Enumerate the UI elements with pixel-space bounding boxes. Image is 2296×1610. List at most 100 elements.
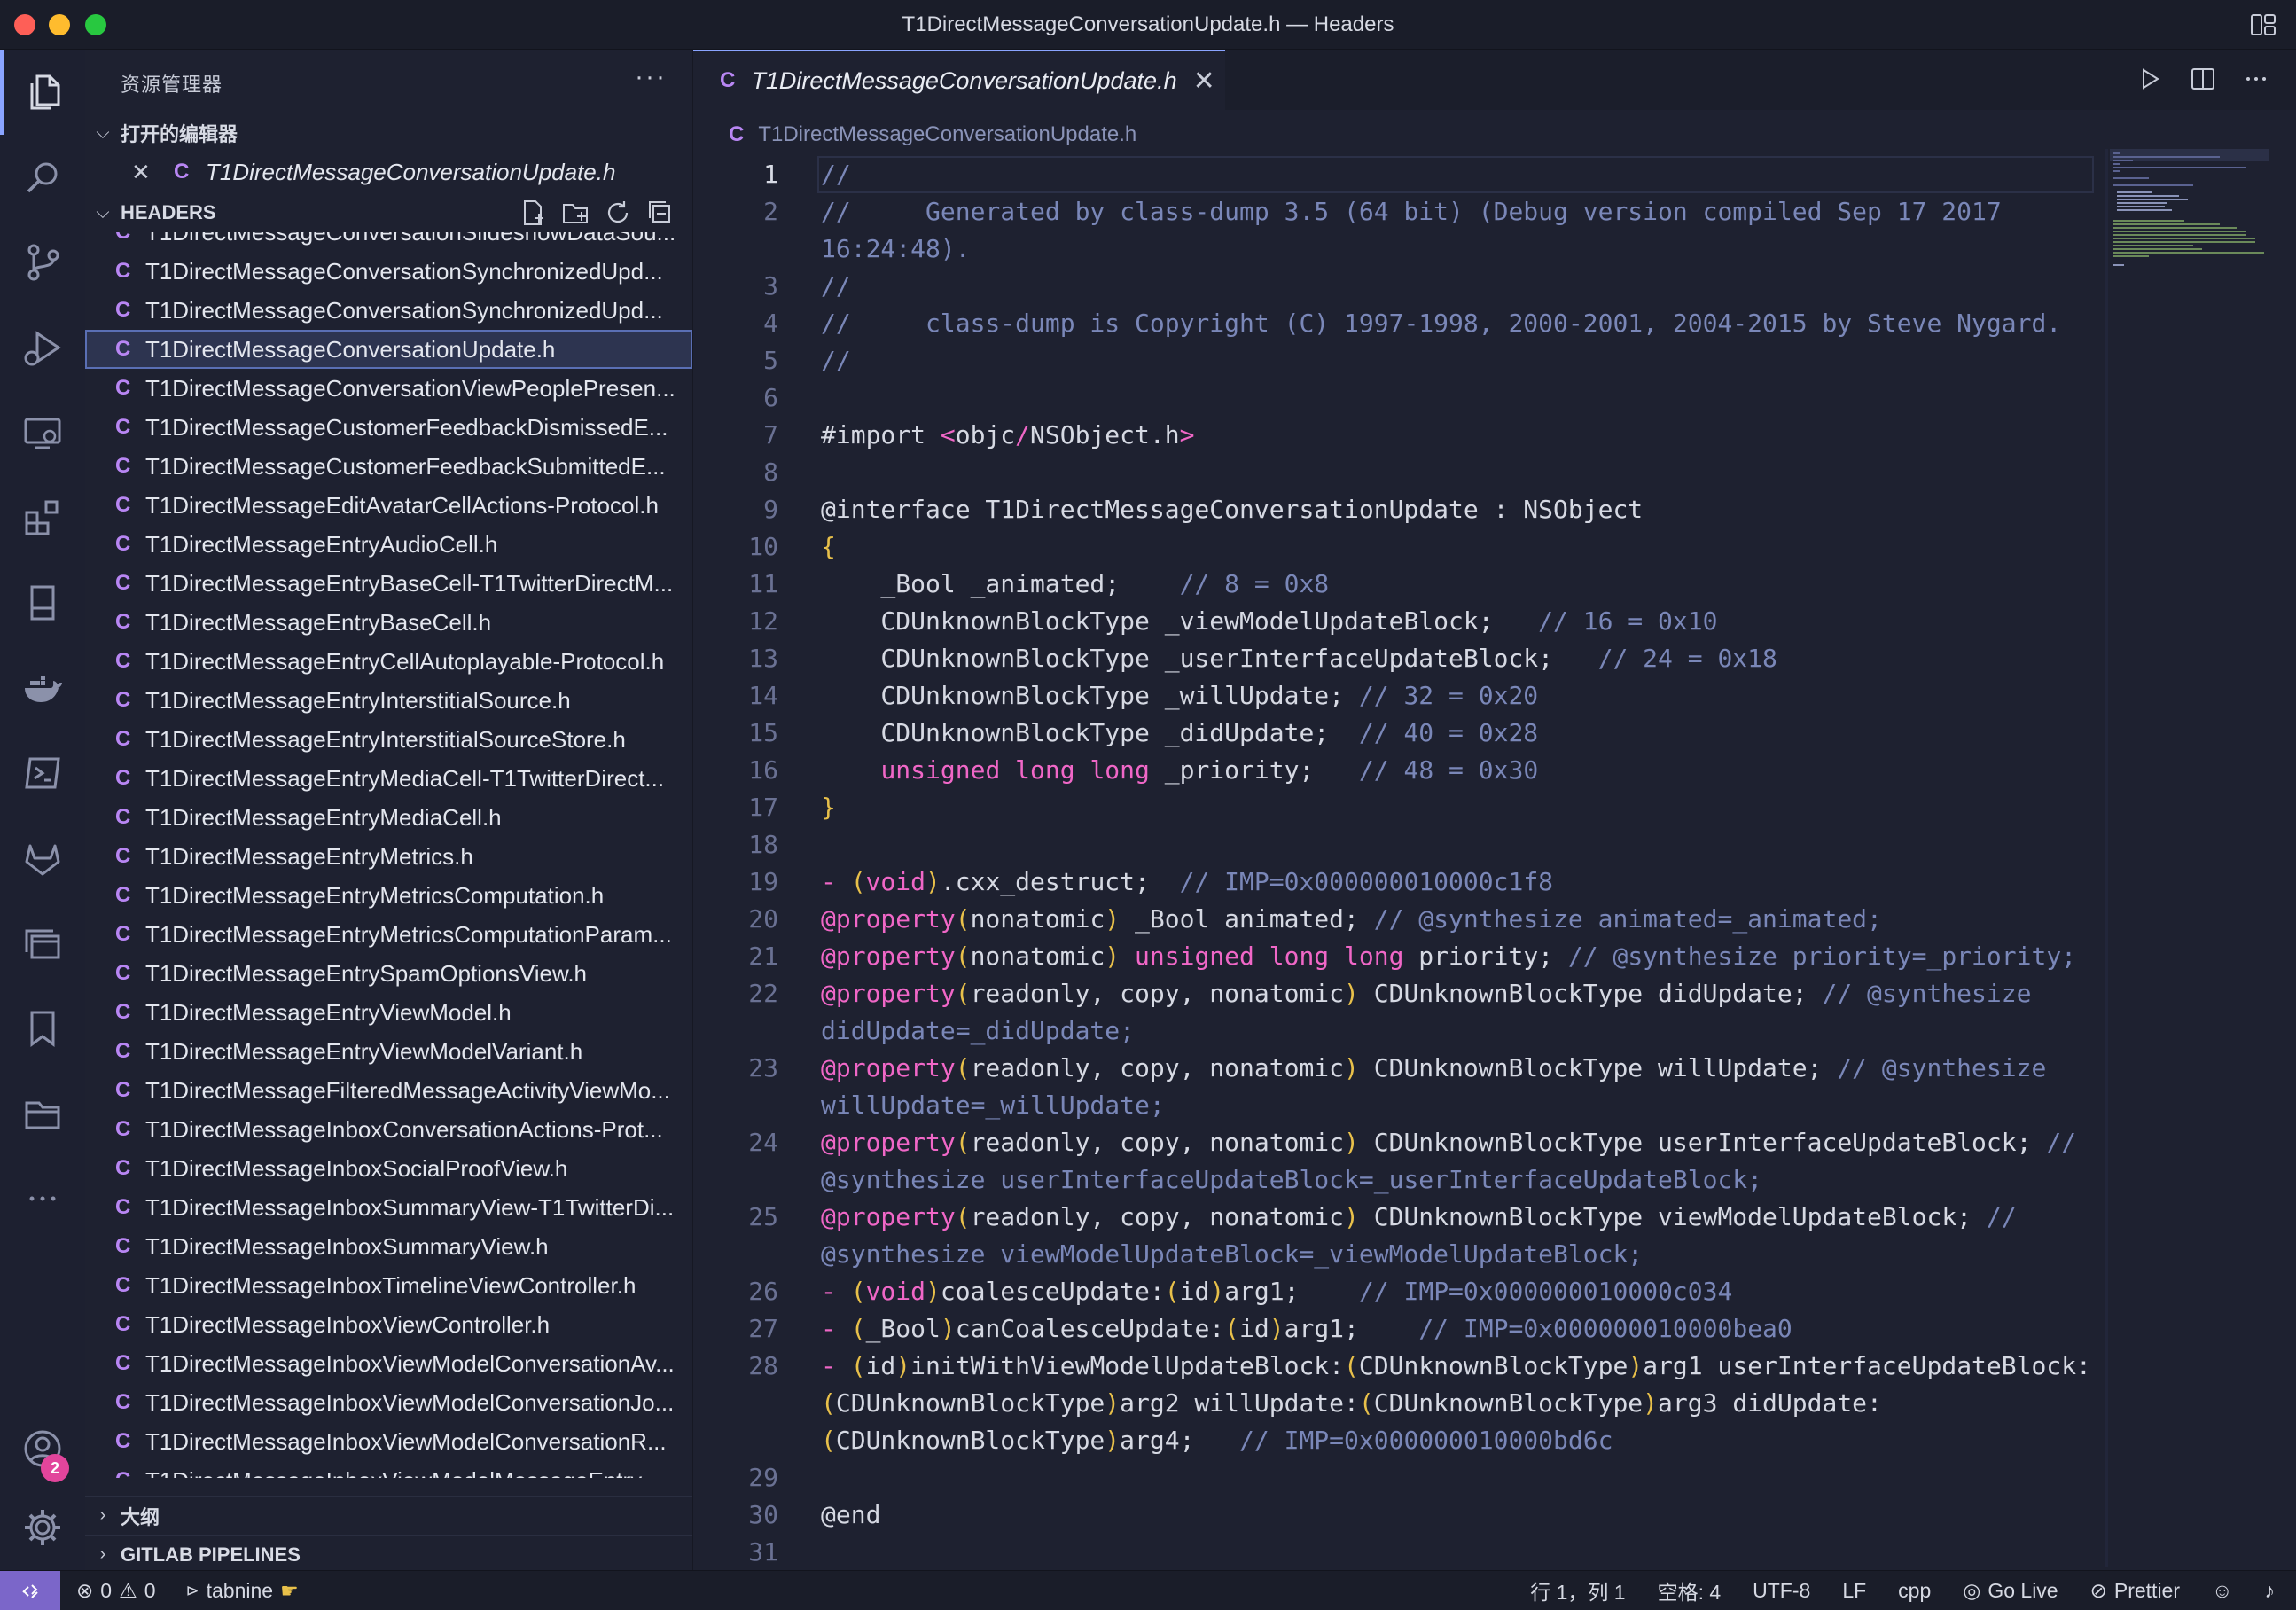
file-item[interactable]: C T1DirectMessageEntryViewModel.h	[85, 993, 692, 1032]
code-line[interactable]: 29	[693, 1459, 2112, 1497]
file-item[interactable]: C T1DirectMessageConversationViewPeoplePr…	[85, 369, 692, 408]
code-editor[interactable]: 1 // 2 // Generated by class-dump 3.5 (64 b…	[693, 156, 2112, 1571]
code-line[interactable]: 21 @property(nonatomic) unsigned long lon…	[693, 938, 2112, 975]
editor-tab[interactable]: C T1DirectMessageConversationUpdate.h ✕	[693, 50, 1225, 110]
tabnine-indicator[interactable]: ⊳ tabnine ☛	[186, 1579, 299, 1603]
code-line[interactable]: willUpdate=_willUpdate;	[693, 1087, 2112, 1124]
search-button[interactable]	[0, 135, 85, 220]
file-item[interactable]: C T1DirectMessageEditAvatarCellActions-Pr…	[85, 486, 692, 525]
file-item[interactable]: C T1DirectMessageEntryCellAutoplayable-Pr…	[85, 642, 692, 681]
terminal-button[interactable]	[0, 731, 85, 816]
code-line[interactable]: 14 CDUnknownBlockType _willUpdate; // 32…	[693, 677, 2112, 715]
language-mode[interactable]: cpp	[1898, 1579, 1931, 1603]
file-item[interactable]: C T1DirectMessageInboxViewModelMessageEnt…	[85, 1461, 692, 1479]
problems-indicator[interactable]: ⊗ 0 ⚠ 0	[76, 1579, 156, 1603]
file-item[interactable]: C T1DirectMessageEntryMetricsComputationP…	[85, 915, 692, 954]
code-line[interactable]: 3 //	[693, 268, 2112, 305]
extensions-button[interactable]	[0, 475, 85, 560]
open-editors-section[interactable]: ⌵ 打开的编辑器	[85, 113, 692, 152]
run-icon[interactable]	[2136, 66, 2163, 92]
code-line[interactable]: 23 @property(readonly, copy, nonatomic) C…	[693, 1050, 2112, 1087]
file-item[interactable]: C T1DirectMessageEntryMetrics.h	[85, 837, 692, 876]
file-item[interactable]: C T1DirectMessageEntryBaseCell.h	[85, 603, 692, 642]
customize-layout-icon[interactable]	[2250, 12, 2276, 37]
file-item[interactable]: C T1DirectMessageInboxViewController.h	[85, 1305, 692, 1344]
code-line[interactable]: 31	[693, 1534, 2112, 1571]
close-editor-icon[interactable]: ✕	[131, 159, 158, 186]
more-views-button[interactable]	[0, 1156, 85, 1241]
file-item[interactable]: C T1DirectMessageInboxViewModelConversati…	[85, 1383, 692, 1422]
breadcrumb[interactable]: C T1DirectMessageConversationUpdate.h	[729, 117, 1136, 152]
file-item[interactable]: C T1DirectMessageCustomerFeedbackSubmitte…	[85, 447, 692, 486]
feedback-icon[interactable]: ☺	[2212, 1579, 2232, 1603]
source-control-button[interactable]	[0, 220, 85, 305]
file-item[interactable]: C T1DirectMessageInboxSocialProofView.h	[85, 1149, 692, 1188]
file-item[interactable]: C T1DirectMessageEntryInterstitialSourceS…	[85, 720, 692, 759]
open-editor-item[interactable]: ✕ C T1DirectMessageConversationUpdate.h	[85, 152, 692, 191]
more-actions-icon[interactable]	[2243, 66, 2269, 92]
code-line[interactable]: 17}	[693, 789, 2112, 826]
file-item[interactable]: C T1DirectMessageInboxViewModelConversati…	[85, 1344, 692, 1383]
code-line[interactable]: 19 - (void).cxx_destruct; // IMP=0x000000…	[693, 864, 2112, 901]
split-editor-icon[interactable]	[2190, 66, 2216, 92]
code-line[interactable]: 2 // Generated by class-dump 3.5 (64 bit)…	[693, 193, 2112, 231]
file-item[interactable]: C T1DirectMessageEntryMediaCell.h	[85, 798, 692, 837]
gitlab-pipelines-section[interactable]: › GITLAB PIPELINES	[85, 1535, 692, 1570]
indentation[interactable]: 空格: 4	[1658, 1575, 1722, 1606]
code-line[interactable]: 4 // class-dump is Copyright (C) 1997-199…	[693, 305, 2112, 342]
code-line[interactable]: 16 unsigned long long _priority; // 48 =…	[693, 752, 2112, 789]
code-line[interactable]: 18	[693, 826, 2112, 864]
code-line[interactable]: 6	[693, 379, 2112, 417]
bookmarks-button[interactable]	[0, 986, 85, 1071]
file-item[interactable]: C T1DirectMessageEntryAudioCell.h	[85, 525, 692, 564]
code-line[interactable]: @synthesize userInterfaceUpdateBlock=_us…	[693, 1161, 2112, 1199]
file-item[interactable]: C T1DirectMessageCustomerFeedbackDismisse…	[85, 408, 692, 447]
file-item[interactable]: C T1DirectMessageInboxSummaryView-T1Twitt…	[85, 1188, 692, 1227]
code-line[interactable]: 28- (id)initWithViewModelUpdateBlock:(CD…	[693, 1348, 2112, 1385]
headers-section[interactable]: ⌵ HEADERS	[85, 193, 692, 232]
code-line[interactable]: 20 @property(nonatomic) _Bool animated; /…	[693, 901, 2112, 938]
code-line[interactable]: 11 _Bool _animated; // 8 = 0x8	[693, 566, 2112, 603]
manage-button[interactable]	[0, 1485, 85, 1570]
encoding[interactable]: UTF-8	[1753, 1579, 1810, 1603]
minimap[interactable]	[2110, 149, 2269, 344]
book-button[interactable]	[0, 560, 85, 645]
close-tab-icon[interactable]: ✕	[1193, 66, 1215, 97]
code-line[interactable]: 13 CDUnknownBlockType _userInterfaceUpda…	[693, 640, 2112, 677]
refresh-icon[interactable]	[603, 198, 633, 228]
file-item[interactable]: C T1DirectMessageEntryMetricsComputation.…	[85, 876, 692, 915]
file-item[interactable]: C T1DirectMessageEntryBaseCell-T1TwitterD…	[85, 564, 692, 603]
code-line[interactable]: 5 //	[693, 342, 2112, 379]
code-line[interactable]: 9 @interface T1DirectMessageConversationU…	[693, 491, 2112, 528]
end-of-line[interactable]: LF	[1842, 1579, 1866, 1603]
file-item[interactable]: C T1DirectMessageEntryMediaCell-T1Twitter…	[85, 759, 692, 798]
notifications-bell-icon[interactable]: ♪	[2265, 1579, 2276, 1603]
project-manager-button[interactable]	[0, 1071, 85, 1156]
code-line[interactable]: @synthesize viewModelUpdateBlock=_viewMo…	[693, 1236, 2112, 1273]
code-line[interactable]: 30 @end	[693, 1497, 2112, 1534]
file-item[interactable]: C T1DirectMessageInboxSummaryView.h	[85, 1227, 692, 1266]
new-folder-icon[interactable]	[560, 198, 590, 228]
new-file-icon[interactable]	[518, 198, 548, 228]
file-item[interactable]: C T1DirectMessageEntryViewModelVariant.h	[85, 1032, 692, 1071]
file-item[interactable]: C T1DirectMessageEntryInterstitialSource.…	[85, 681, 692, 720]
code-line[interactable]: 25 @property(readonly, copy, nonatomic) C…	[693, 1199, 2112, 1236]
file-item[interactable]: C T1DirectMessageInboxConversationActions…	[85, 1110, 692, 1149]
file-item[interactable]: C T1DirectMessageInboxTimelineViewControl…	[85, 1266, 692, 1305]
file-item[interactable]: C T1DirectMessageEntrySpamOptionsView.h	[85, 954, 692, 993]
docker-button[interactable]	[0, 645, 85, 731]
remote-explorer-button[interactable]	[0, 390, 85, 475]
gitlab-button[interactable]	[0, 816, 85, 901]
explorer-button[interactable]	[0, 50, 85, 135]
sidebar-more-button[interactable]: ···	[635, 62, 667, 92]
code-line[interactable]: 15 CDUnknownBlockType _didUpdate; // 40 …	[693, 715, 2112, 752]
code-line[interactable]: 12 CDUnknownBlockType _viewModelUpdateBl…	[693, 603, 2112, 640]
remote-indicator[interactable]	[0, 1570, 60, 1610]
file-item[interactable]: C T1DirectMessageConversationSynchronized…	[85, 291, 692, 330]
code-line[interactable]: 22 @property(readonly, copy, nonatomic) C…	[693, 975, 2112, 1012]
file-item[interactable]: C T1DirectMessageInboxViewModelConversati…	[85, 1422, 692, 1461]
code-line[interactable]: 7 #import <objc/NSObject.h>	[693, 417, 2112, 454]
accounts-button[interactable]: 2	[0, 1406, 85, 1491]
file-item[interactable]: C T1DirectMessageConversationSynchronized…	[85, 252, 692, 291]
code-line[interactable]: 10 {	[693, 528, 2112, 566]
